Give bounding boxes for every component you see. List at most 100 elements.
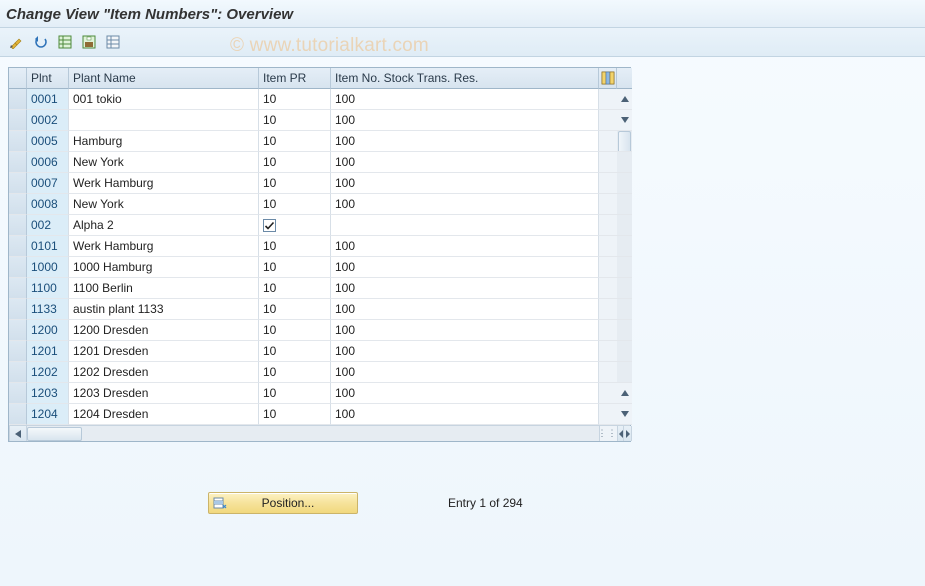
cell-item-pr[interactable]: 10 [259, 383, 331, 404]
cell-item-stock[interactable]: 100 [331, 152, 599, 173]
cell-plnt[interactable]: 1133 [27, 299, 69, 320]
column-header-plant-name[interactable]: Plant Name [69, 68, 259, 89]
hscroll-grip[interactable]: ⋮⋮ [599, 426, 615, 441]
cell-item-pr[interactable]: 10 [259, 194, 331, 215]
vscroll-down2-button[interactable] [617, 404, 632, 425]
cell-item-pr[interactable]: 10 [259, 278, 331, 299]
cell-plant-name[interactable]: 1200 Dresden [69, 320, 259, 341]
position-button[interactable]: Position... [208, 492, 358, 514]
row-selector[interactable] [9, 257, 27, 278]
cell-plant-name[interactable]: New York [69, 152, 259, 173]
cell-item-pr[interactable]: 10 [259, 236, 331, 257]
cell-plant-name[interactable]: 1203 Dresden [69, 383, 259, 404]
column-header-item-pr[interactable]: Item PR [259, 68, 331, 89]
hscroll-left2-button[interactable] [617, 426, 624, 441]
cell-plant-name[interactable]: Hamburg [69, 131, 259, 152]
vscroll-down-button[interactable] [617, 110, 632, 131]
vscroll-track[interactable] [617, 215, 632, 236]
vscroll-up-button[interactable] [617, 89, 632, 110]
cell-item-pr[interactable]: 10 [259, 110, 331, 131]
cell-plnt[interactable]: 0002 [27, 110, 69, 131]
cell-item-stock[interactable]: 100 [331, 362, 599, 383]
cell-plant-name[interactable]: New York [69, 194, 259, 215]
cell-item-stock[interactable]: 100 [331, 341, 599, 362]
cell-plnt[interactable]: 0006 [27, 152, 69, 173]
vscroll-track[interactable] [617, 278, 632, 299]
column-config-button[interactable] [599, 68, 617, 89]
cell-item-pr[interactable]: 10 [259, 299, 331, 320]
vscroll-track[interactable] [617, 152, 632, 173]
cell-item-stock[interactable]: 100 [331, 404, 599, 425]
cell-plant-name[interactable]: austin plant 1133 [69, 299, 259, 320]
cell-item-stock[interactable]: 100 [331, 110, 599, 131]
cell-plnt[interactable]: 1203 [27, 383, 69, 404]
row-selector[interactable] [9, 278, 27, 299]
cell-item-pr[interactable]: 10 [259, 320, 331, 341]
cell-item-pr[interactable]: 10 [259, 404, 331, 425]
cell-item-stock[interactable]: 100 [331, 131, 599, 152]
cell-plant-name[interactable]: 1100 Berlin [69, 278, 259, 299]
cell-item-pr[interactable] [259, 215, 331, 236]
cell-item-stock[interactable] [331, 215, 599, 236]
column-header-selector[interactable] [9, 68, 27, 89]
cell-plnt[interactable]: 1200 [27, 320, 69, 341]
cell-item-pr[interactable]: 10 [259, 173, 331, 194]
hscroll-left-button[interactable] [9, 426, 27, 441]
cell-plnt[interactable]: 0101 [27, 236, 69, 257]
hscroll-thumb[interactable] [27, 427, 82, 441]
cell-plant-name[interactable]: Werk Hamburg [69, 236, 259, 257]
vscroll-track[interactable] [617, 320, 632, 341]
toolbar-change-button[interactable] [6, 32, 28, 52]
cell-plnt[interactable]: 1204 [27, 404, 69, 425]
vscroll-track[interactable] [617, 194, 632, 215]
row-selector[interactable] [9, 341, 27, 362]
row-selector[interactable] [9, 362, 27, 383]
cell-plant-name[interactable]: 1204 Dresden [69, 404, 259, 425]
cell-item-stock[interactable]: 100 [331, 299, 599, 320]
cell-item-stock[interactable]: 100 [331, 320, 599, 341]
vscroll-track[interactable] [617, 173, 632, 194]
row-selector[interactable] [9, 236, 27, 257]
cell-item-stock[interactable]: 100 [331, 89, 599, 110]
row-selector[interactable] [9, 299, 27, 320]
cell-item-stock[interactable]: 100 [331, 236, 599, 257]
cell-plnt[interactable]: 1100 [27, 278, 69, 299]
cell-plant-name[interactable]: 1000 Hamburg [69, 257, 259, 278]
cell-plnt[interactable]: 1202 [27, 362, 69, 383]
hscroll-track[interactable] [27, 426, 599, 441]
cell-plant-name[interactable]: 001 tokio [69, 89, 259, 110]
vscroll-thumb[interactable] [617, 131, 632, 152]
vscroll-track[interactable] [617, 236, 632, 257]
vscroll-up2-button[interactable] [617, 383, 632, 404]
column-header-item-stock[interactable]: Item No. Stock Trans. Res. [331, 68, 599, 89]
row-selector[interactable] [9, 320, 27, 341]
cell-plant-name[interactable]: Alpha 2 [69, 215, 259, 236]
cell-item-pr[interactable]: 10 [259, 362, 331, 383]
cell-plant-name[interactable]: 1202 Dresden [69, 362, 259, 383]
row-selector[interactable] [9, 152, 27, 173]
cell-plnt[interactable]: 1000 [27, 257, 69, 278]
cell-plnt[interactable]: 0007 [27, 173, 69, 194]
row-selector[interactable] [9, 131, 27, 152]
cell-plnt[interactable]: 002 [27, 215, 69, 236]
row-selector[interactable] [9, 215, 27, 236]
toolbar-undo-button[interactable] [30, 32, 52, 52]
cell-item-pr[interactable]: 10 [259, 152, 331, 173]
hscroll-right-button[interactable] [624, 426, 632, 441]
cell-item-stock[interactable]: 100 [331, 194, 599, 215]
cell-plnt[interactable]: 0005 [27, 131, 69, 152]
cell-plnt[interactable]: 0008 [27, 194, 69, 215]
cell-item-pr[interactable]: 10 [259, 341, 331, 362]
cell-plant-name[interactable]: Werk Hamburg [69, 173, 259, 194]
cell-plant-name[interactable]: 1201 Dresden [69, 341, 259, 362]
row-selector[interactable] [9, 110, 27, 131]
cell-plnt[interactable]: 0001 [27, 89, 69, 110]
cell-item-pr[interactable]: 10 [259, 89, 331, 110]
row-selector[interactable] [9, 194, 27, 215]
row-selector[interactable] [9, 89, 27, 110]
vscroll-track[interactable] [617, 257, 632, 278]
toolbar-deselect-all-button[interactable] [102, 32, 124, 52]
cell-item-stock[interactable]: 100 [331, 257, 599, 278]
column-header-plnt[interactable]: Plnt [27, 68, 69, 89]
vscroll-track[interactable] [617, 341, 632, 362]
